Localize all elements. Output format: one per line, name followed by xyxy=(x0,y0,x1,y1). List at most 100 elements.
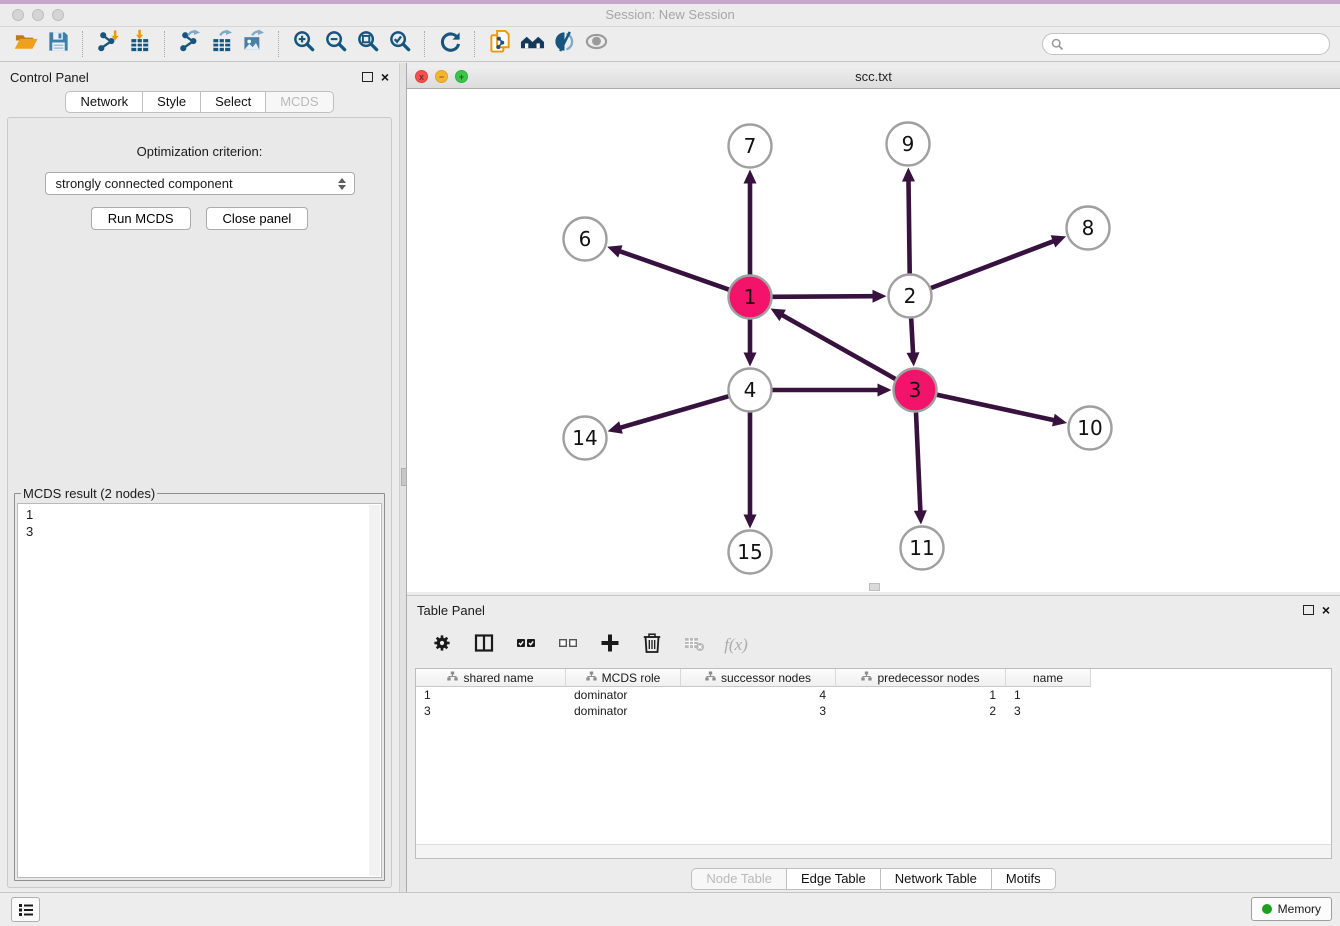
search-input[interactable] xyxy=(1069,36,1325,52)
zoom-in-button[interactable] xyxy=(288,30,320,58)
table-cell[interactable]: 1 xyxy=(416,687,566,703)
column-edit-icon xyxy=(705,671,716,685)
table-cell[interactable]: 1 xyxy=(836,687,1006,703)
node-4[interactable]: 4 xyxy=(729,369,772,412)
close-panel-button[interactable]: Close panel xyxy=(206,207,309,230)
deselect-all-icon xyxy=(557,632,579,659)
deselect-all-button[interactable] xyxy=(555,632,581,658)
table-tab-motifs[interactable]: Motifs xyxy=(992,868,1056,890)
task-history-button[interactable] xyxy=(11,897,40,922)
node-1[interactable]: 1 xyxy=(729,276,772,319)
node-14[interactable]: 14 xyxy=(564,417,607,460)
open-folder-button[interactable] xyxy=(10,30,42,58)
column-header-shared-name[interactable]: shared name xyxy=(416,669,566,687)
home-button[interactable] xyxy=(516,30,548,58)
table-cell[interactable]: 4 xyxy=(681,687,836,703)
edge-2-3[interactable] xyxy=(907,318,920,366)
table-row[interactable]: 3dominator323 xyxy=(416,703,1331,719)
search-field[interactable] xyxy=(1042,33,1330,55)
float-panel-icon[interactable] xyxy=(362,72,373,82)
column-header-predecessor-nodes[interactable]: predecessor nodes xyxy=(836,669,1006,687)
table-float-panel-icon[interactable] xyxy=(1303,605,1314,615)
edge-1-6[interactable] xyxy=(607,245,729,289)
control-panel: Control Panel × NetworkStyleSelectMCDS O… xyxy=(0,63,399,893)
edge-3-11[interactable] xyxy=(914,412,927,524)
import-table-button[interactable] xyxy=(124,30,156,58)
delete-table-button xyxy=(681,632,707,658)
node-9[interactable]: 9 xyxy=(887,123,930,166)
gear-button[interactable] xyxy=(429,632,455,658)
clone-network-button[interactable] xyxy=(484,30,516,58)
column-header-name[interactable]: name xyxy=(1006,669,1091,687)
memory-button[interactable]: Memory xyxy=(1251,897,1332,921)
node-label: 7 xyxy=(744,134,757,158)
result-scrollbar[interactable] xyxy=(369,505,380,876)
table-cell[interactable]: dominator xyxy=(566,687,681,703)
edge-3-10[interactable] xyxy=(937,395,1067,427)
node-11[interactable]: 11 xyxy=(901,527,944,570)
export-image-button[interactable] xyxy=(238,30,270,58)
export-network-button[interactable] xyxy=(174,30,206,58)
node-3[interactable]: 3 xyxy=(894,369,937,412)
edge-1-2[interactable] xyxy=(772,290,886,303)
export-table-button[interactable] xyxy=(206,30,238,58)
tab-mcds[interactable]: MCDS xyxy=(266,91,333,113)
show-graphics-details-button[interactable] xyxy=(548,30,580,58)
table-cell[interactable]: 1 xyxy=(1006,687,1091,703)
edge-4-3[interactable] xyxy=(773,384,892,397)
edge-3-1[interactable] xyxy=(770,309,895,379)
delete-column-button[interactable] xyxy=(639,632,665,658)
tab-network[interactable]: Network xyxy=(65,91,143,113)
close-panel-icon[interactable]: × xyxy=(381,72,389,82)
column-edit-icon xyxy=(861,671,872,685)
table-tab-node-table[interactable]: Node Table xyxy=(691,868,787,890)
zoom-selected-button[interactable] xyxy=(384,30,416,58)
refresh-layout-button[interactable] xyxy=(434,30,466,58)
edge-1-4[interactable] xyxy=(744,320,757,367)
table-cell[interactable]: 3 xyxy=(416,703,566,719)
table-cell[interactable]: 3 xyxy=(1006,703,1091,719)
table-tab-network-table[interactable]: Network Table xyxy=(881,868,992,890)
table-horizontal-scrollbar[interactable] xyxy=(416,844,1331,858)
import-network-button[interactable] xyxy=(92,30,124,58)
node-10[interactable]: 10 xyxy=(1069,407,1112,450)
save-button[interactable] xyxy=(42,30,74,58)
edge-2-9[interactable] xyxy=(902,167,915,273)
tab-style[interactable]: Style xyxy=(143,91,201,113)
select-all-button[interactable] xyxy=(513,632,539,658)
split-view-button[interactable] xyxy=(471,632,497,658)
table-cell[interactable]: 3 xyxy=(681,703,836,719)
close-window-button[interactable] xyxy=(12,9,24,21)
select-all-icon xyxy=(515,632,537,659)
panel-divider[interactable] xyxy=(399,63,407,893)
table-close-panel-icon[interactable]: × xyxy=(1322,605,1330,615)
table-cell[interactable]: dominator xyxy=(566,703,681,719)
node-2[interactable]: 2 xyxy=(889,275,932,318)
node-15[interactable]: 15 xyxy=(729,531,772,574)
zoom-fit-button[interactable] xyxy=(352,30,384,58)
add-column-button[interactable] xyxy=(597,632,623,658)
tab-select[interactable]: Select xyxy=(201,91,266,113)
edge-4-15[interactable] xyxy=(744,413,757,529)
node-8[interactable]: 8 xyxy=(1067,207,1110,250)
node-6[interactable]: 6 xyxy=(564,218,607,261)
minimize-window-button[interactable] xyxy=(32,9,44,21)
run-mcds-button[interactable]: Run MCDS xyxy=(91,207,191,230)
table-tab-edge-table[interactable]: Edge Table xyxy=(787,868,881,890)
column-header-successor-nodes[interactable]: successor nodes xyxy=(681,669,836,687)
edge-2-8[interactable] xyxy=(931,235,1066,288)
column-header-mcds-role[interactable]: MCDS role xyxy=(566,669,681,687)
network-resize-grip[interactable] xyxy=(869,583,880,591)
optimization-criterion-select[interactable]: strongly connected component xyxy=(45,172,355,195)
network-canvas[interactable]: 7 9 6 8 1 2 4 3 14 10 15 11 xyxy=(407,89,1340,592)
zoom-out-button[interactable] xyxy=(320,30,352,58)
maximize-window-button[interactable] xyxy=(52,9,64,21)
zoom-selected-icon xyxy=(388,29,413,59)
mcds-result-textarea[interactable]: 13 xyxy=(17,503,382,878)
birds-eye-view-button[interactable] xyxy=(580,30,612,58)
edge-4-14[interactable] xyxy=(608,396,729,433)
node-7[interactable]: 7 xyxy=(729,125,772,168)
table-cell[interactable]: 2 xyxy=(836,703,1006,719)
table-row[interactable]: 1dominator411 xyxy=(416,687,1331,703)
edge-1-7[interactable] xyxy=(744,170,757,275)
